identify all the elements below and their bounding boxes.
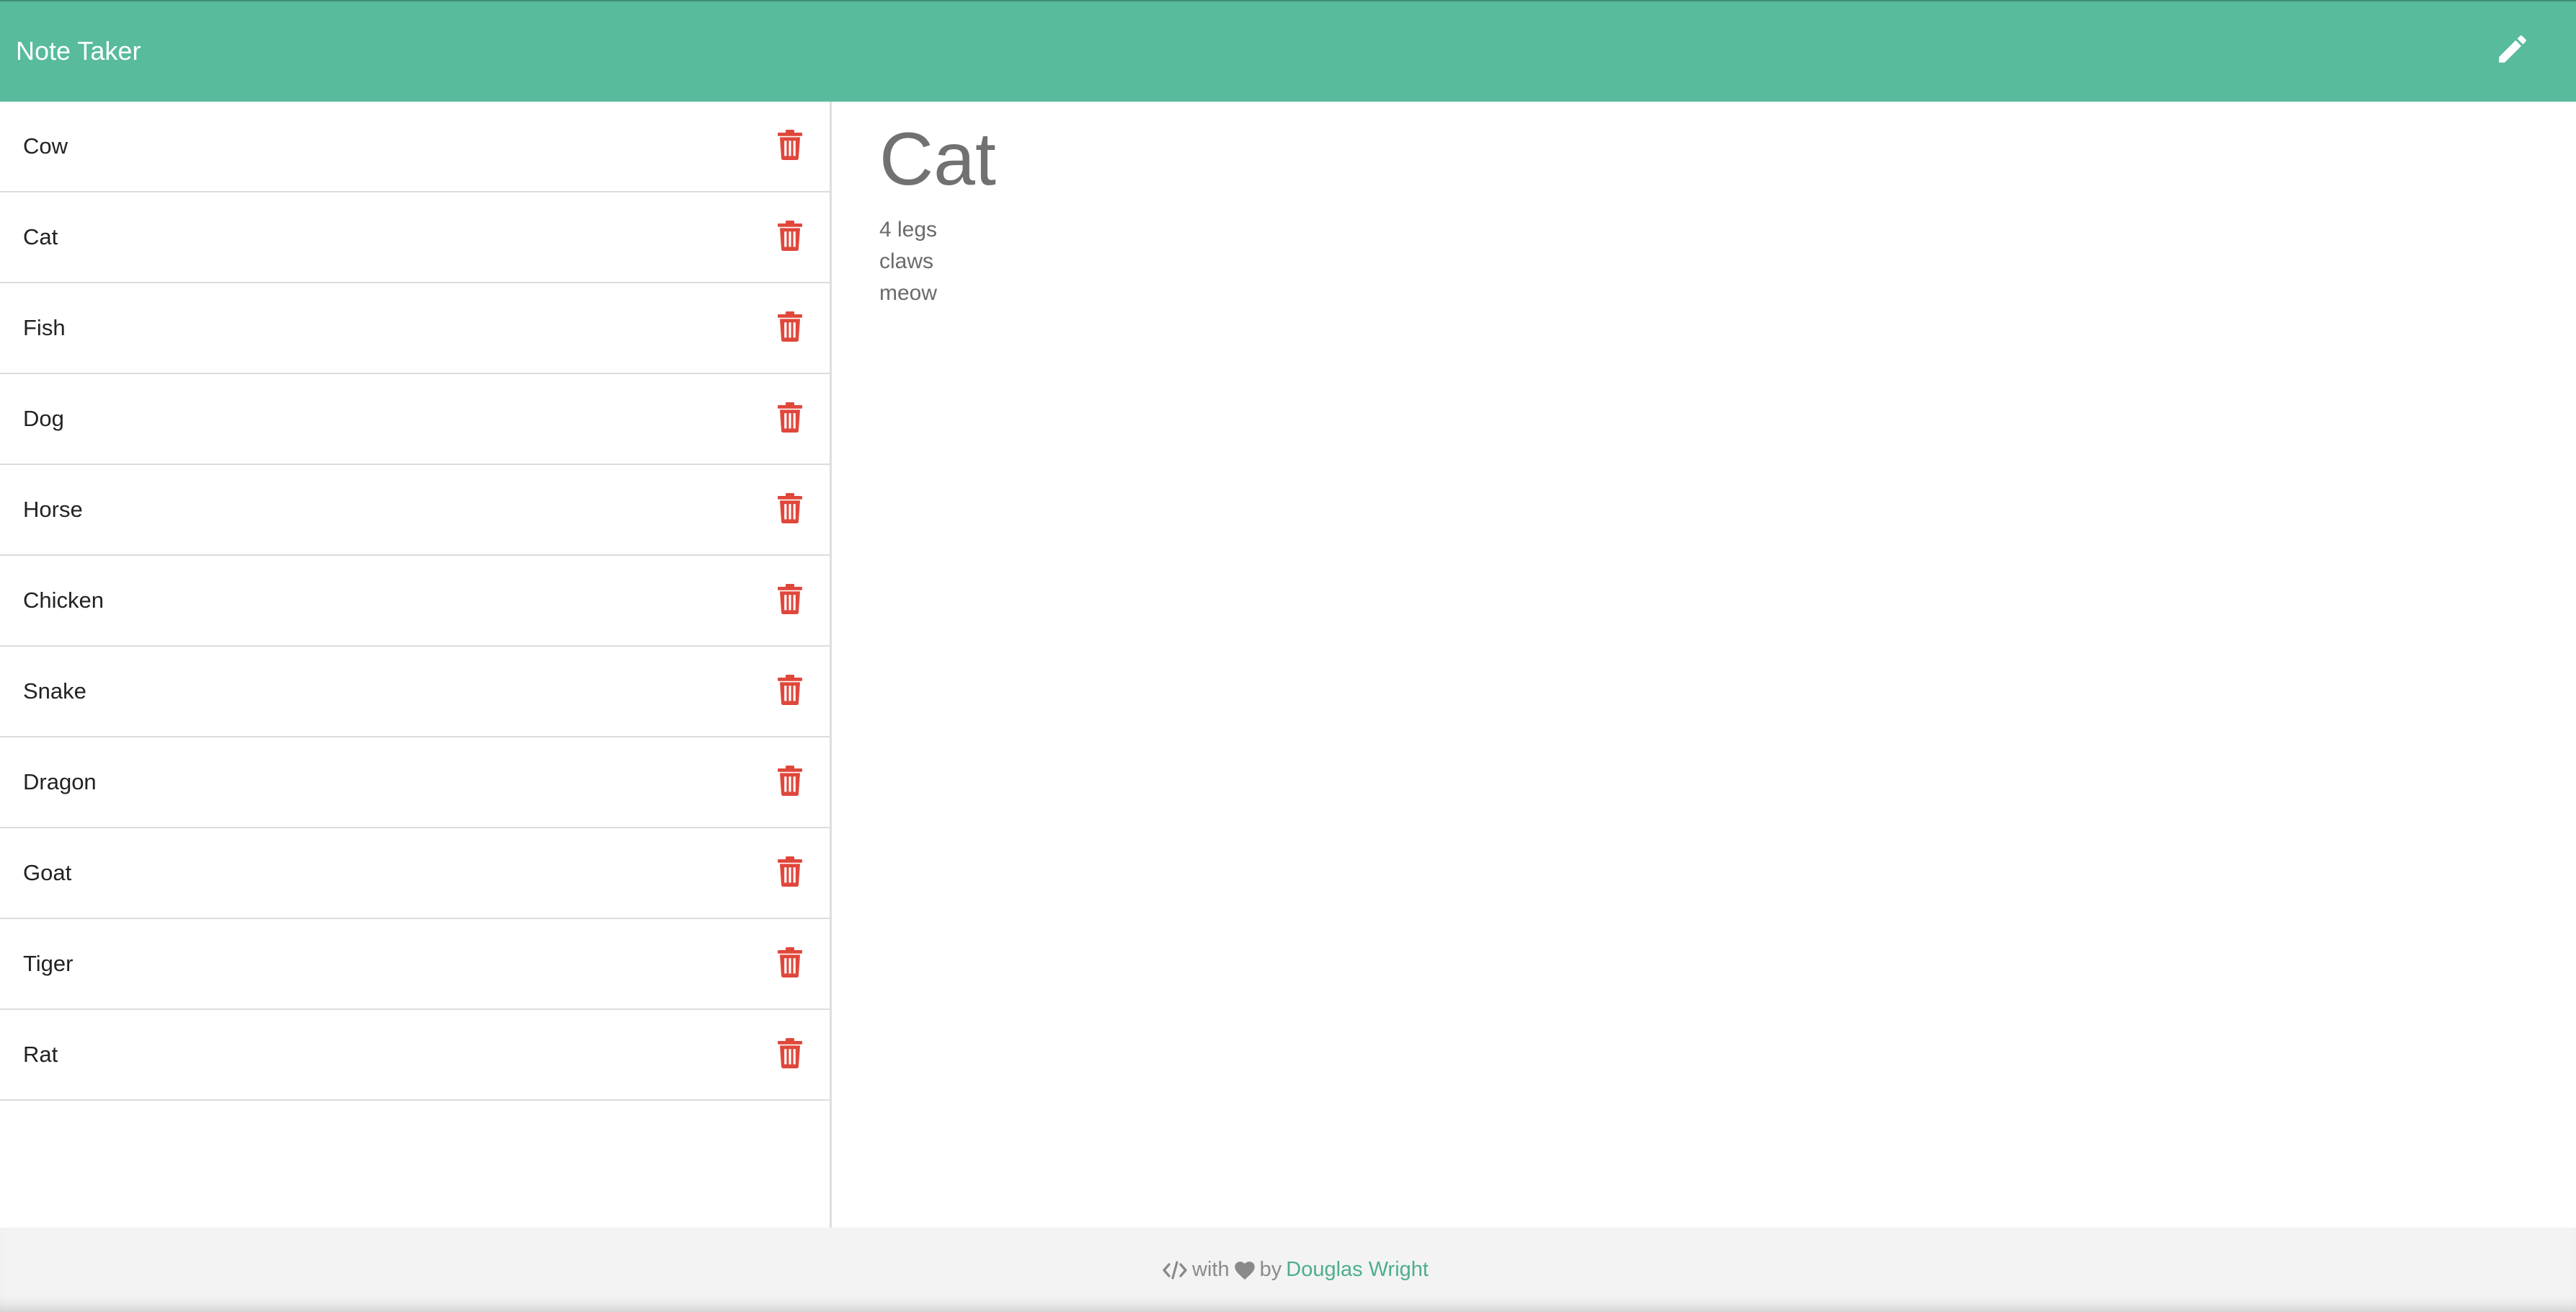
trash-icon [778, 130, 802, 160]
trash-icon [778, 221, 802, 251]
note-item[interactable]: Fish [0, 283, 830, 374]
navbar: Note Taker [0, 0, 2576, 102]
note-title: Dragon [23, 769, 97, 794]
delete-note-button[interactable] [777, 674, 803, 706]
note-title: Dog [23, 406, 64, 431]
note-title: Fish [23, 315, 66, 340]
new-note-button[interactable] [2492, 29, 2533, 69]
note-title: Horse [23, 497, 83, 522]
note-title: Snake [23, 678, 86, 704]
trash-icon [778, 856, 802, 887]
trash-icon [778, 675, 802, 705]
trash-icon [778, 311, 802, 342]
footer-with-text: with [1192, 1258, 1230, 1281]
app-title[interactable]: Note Taker [16, 36, 141, 66]
delete-note-button[interactable] [777, 311, 803, 342]
trash-icon [778, 1038, 802, 1068]
note-item[interactable]: Rat [0, 1010, 830, 1101]
note-text-field[interactable]: 4 legs claws meow [879, 214, 937, 309]
note-title-field[interactable]: Cat [879, 116, 996, 203]
note-item[interactable]: Cow [0, 102, 830, 192]
delete-note-button[interactable] [777, 220, 803, 252]
delete-note-button[interactable] [777, 129, 803, 161]
delete-note-button[interactable] [777, 765, 803, 797]
delete-note-button[interactable] [777, 583, 803, 615]
trash-icon [778, 493, 802, 523]
note-item[interactable]: Dragon [0, 737, 830, 828]
note-title: Cat [23, 224, 58, 249]
note-editor: Cat 4 legs claws meow [834, 102, 2576, 1228]
pencil-icon [2499, 35, 2526, 63]
note-text-line: 4 legs [879, 218, 938, 241]
delete-note-button[interactable] [777, 947, 803, 978]
delete-note-button[interactable] [777, 1037, 803, 1069]
delete-note-button[interactable] [777, 402, 803, 433]
note-item[interactable]: Goat [0, 828, 830, 919]
footer-credit: with by Douglas Wright [1162, 1258, 1429, 1282]
trash-icon [778, 584, 802, 614]
note-title: Chicken [23, 588, 104, 613]
note-item[interactable]: Chicken [0, 556, 830, 647]
note-title: Tiger [23, 951, 74, 976]
note-title: Rat [23, 1042, 58, 1067]
note-item[interactable]: Snake [0, 647, 830, 737]
delete-note-button[interactable] [777, 492, 803, 524]
author-link[interactable]: Douglas Wright [1286, 1258, 1429, 1282]
delete-note-button[interactable] [777, 856, 803, 887]
note-title: Goat [23, 860, 72, 885]
code-icon [1163, 1260, 1187, 1280]
trash-icon [778, 766, 802, 796]
notes-sidebar: Cow Cat Fish Dog Horse Chicken Snake Dra… [0, 102, 832, 1228]
note-title: Cow [23, 133, 68, 159]
trash-icon [778, 947, 802, 978]
note-list: Cow Cat Fish Dog Horse Chicken Snake Dra… [0, 102, 830, 1101]
footer: with by Douglas Wright [0, 1228, 2576, 1312]
note-text-line: claws [879, 249, 934, 273]
footer-by-text: by [1259, 1258, 1282, 1281]
trash-icon [778, 402, 802, 433]
note-text-line: meow [879, 281, 938, 305]
note-item[interactable]: Horse [0, 465, 830, 556]
note-item[interactable]: Dog [0, 374, 830, 465]
heart-icon [1234, 1261, 1255, 1280]
note-item[interactable]: Cat [0, 192, 830, 283]
note-item[interactable]: Tiger [0, 919, 830, 1010]
